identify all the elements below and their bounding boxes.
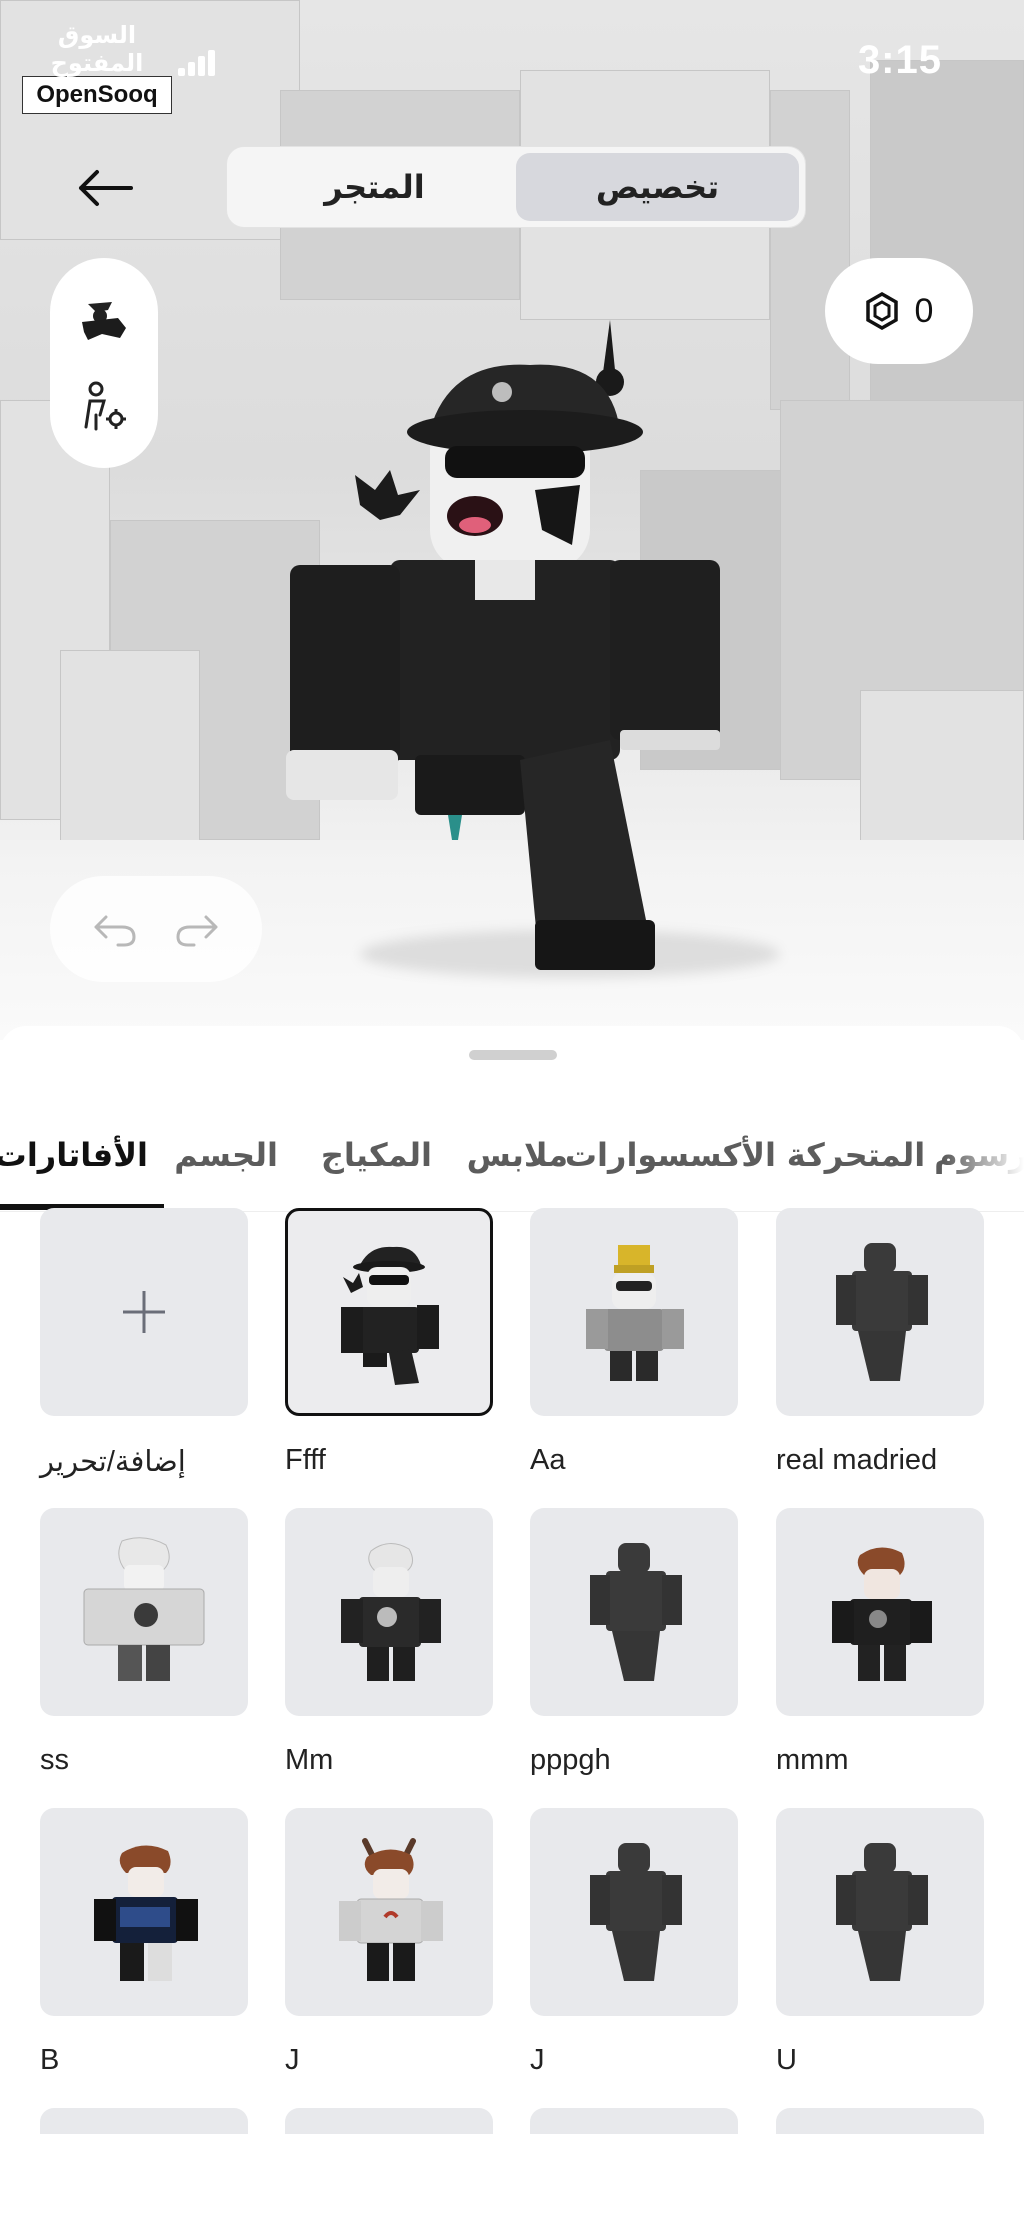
avatar-tools-panel (50, 258, 158, 468)
outfit-card-partial[interactable] (776, 2108, 984, 2134)
scene-building (60, 650, 200, 850)
outfit-name: Mm (285, 1744, 334, 1776)
avatar-thumbnail-icon (83, 1537, 205, 1681)
avatar-silhouette-icon (836, 1243, 928, 1381)
plus-icon (123, 1291, 165, 1333)
outfit-card[interactable]: mmm (776, 1508, 984, 1776)
status-time: 3:15 (857, 38, 942, 82)
outfit-name: إضافة/تحرير (40, 1446, 186, 1478)
undo-icon[interactable] (92, 911, 138, 947)
outfit-name: real madried (776, 1444, 938, 1476)
outfit-thumbnail (40, 1808, 248, 2016)
scene-building (860, 690, 1024, 850)
outfit-name: Ffff (285, 1444, 326, 1476)
outfit-card[interactable]: B (40, 1808, 248, 2076)
tab-shop[interactable]: المتجر (233, 153, 516, 221)
avatar-settings-icon[interactable] (72, 375, 136, 439)
signal-icon (178, 50, 220, 76)
outfit-thumbnail (285, 2108, 493, 2134)
history-controls (50, 876, 262, 982)
outfit-name: J (530, 2044, 545, 2076)
outfit-card[interactable]: ss (40, 1508, 248, 1776)
back-button[interactable] (70, 160, 140, 216)
avatar-thumbnail-icon (341, 1543, 441, 1681)
watermark-arabic: السوق المفتوح (50, 22, 144, 77)
outfit-card-partial[interactable] (285, 2108, 493, 2134)
watermark-brand: OpenSooq (22, 76, 172, 114)
robux-count: 0 (914, 291, 934, 330)
avatar-pose-icon[interactable] (72, 288, 136, 352)
outfit-card[interactable]: Aa (530, 1208, 738, 1476)
outfit-thumbnail (285, 1208, 493, 1416)
robux-icon (865, 292, 898, 330)
tab-customize[interactable]: تخصيص (516, 153, 799, 221)
avatar-thumbnail-icon (341, 1246, 439, 1385)
outfit-card[interactable]: real madried (776, 1208, 984, 1476)
outfit-thumbnail (285, 1508, 493, 1716)
outfit-thumbnail (776, 1208, 984, 1416)
outfit-thumbnail (776, 2108, 984, 2134)
scene-building (870, 60, 1024, 440)
outfit-thumbnail (530, 2108, 738, 2134)
tab-accessories[interactable]: الأكسسوارات (565, 1136, 776, 1174)
avatar-silhouette-icon (590, 1543, 682, 1681)
avatar-figure (286, 320, 720, 970)
arrow-left-icon (79, 170, 133, 206)
outfit-name: B (40, 2044, 60, 2076)
outfit-thumbnail (285, 1808, 493, 2016)
outfit-thumbnail (776, 1808, 984, 2016)
outfit-name: U (776, 2044, 797, 2076)
outfit-thumbnail (40, 1208, 248, 1416)
outfit-name: mmm (776, 1744, 849, 1776)
outfit-thumbnail (530, 1208, 738, 1416)
outfit-add-edit[interactable]: إضافة/تحرير (40, 1208, 248, 1478)
redo-icon[interactable] (174, 911, 220, 947)
outfit-name: ss (40, 1744, 69, 1776)
outfit-thumbnail (40, 1508, 248, 1716)
outfit-card[interactable]: Ffff (285, 1208, 493, 1476)
outfit-thumbnail (40, 2108, 248, 2134)
outfit-card[interactable]: U (776, 1808, 984, 2076)
robux-balance[interactable]: 0 (825, 258, 973, 364)
outfit-name: J (285, 2044, 300, 2076)
tab-body[interactable]: الجسم (174, 1136, 278, 1174)
outfit-thumbnail (776, 1508, 984, 1716)
outfit-name: pppgh (530, 1744, 611, 1776)
outfit-card-partial[interactable] (530, 2108, 738, 2134)
avatar-thumbnail-icon (832, 1547, 932, 1681)
outfit-card[interactable]: Mm (285, 1508, 493, 1776)
outfit-name: Aa (530, 1444, 566, 1476)
sheet-drag-handle[interactable] (469, 1050, 557, 1060)
avatar-silhouette-icon (590, 1843, 682, 1981)
tab-makeup[interactable]: المكياج (321, 1136, 432, 1174)
watermark: السوق المفتوح OpenSooq (22, 22, 172, 114)
tab-avatars[interactable]: الأفاتارات (0, 1136, 148, 1174)
mode-segmented-control: المتجر تخصيص (226, 146, 806, 228)
scene-building (770, 90, 850, 410)
tab-clothing[interactable]: ملابس (467, 1136, 568, 1174)
outfit-card[interactable]: pppgh (530, 1508, 738, 1776)
category-tabs: الأفاتارات الجسم المكياج ملابس الأكسسوار… (0, 1108, 1024, 1212)
outfit-thumbnail (530, 1508, 738, 1716)
outfit-card-partial[interactable] (40, 2108, 248, 2134)
outfit-card[interactable]: J (285, 1808, 493, 2076)
avatar-thumbnail-icon (586, 1245, 684, 1381)
avatar-thumbnail-icon (94, 1845, 198, 1981)
avatar-silhouette-icon (836, 1843, 928, 1981)
tabs-fade (944, 1108, 1024, 1211)
avatar-preview-scene[interactable]: السوق المفتوح OpenSooq 3:15 المتجر تخصيص (0, 0, 1024, 1040)
avatar-thumbnail-icon (339, 1838, 443, 1981)
outfit-thumbnail (530, 1808, 738, 2016)
outfit-card[interactable]: J (530, 1808, 738, 2076)
